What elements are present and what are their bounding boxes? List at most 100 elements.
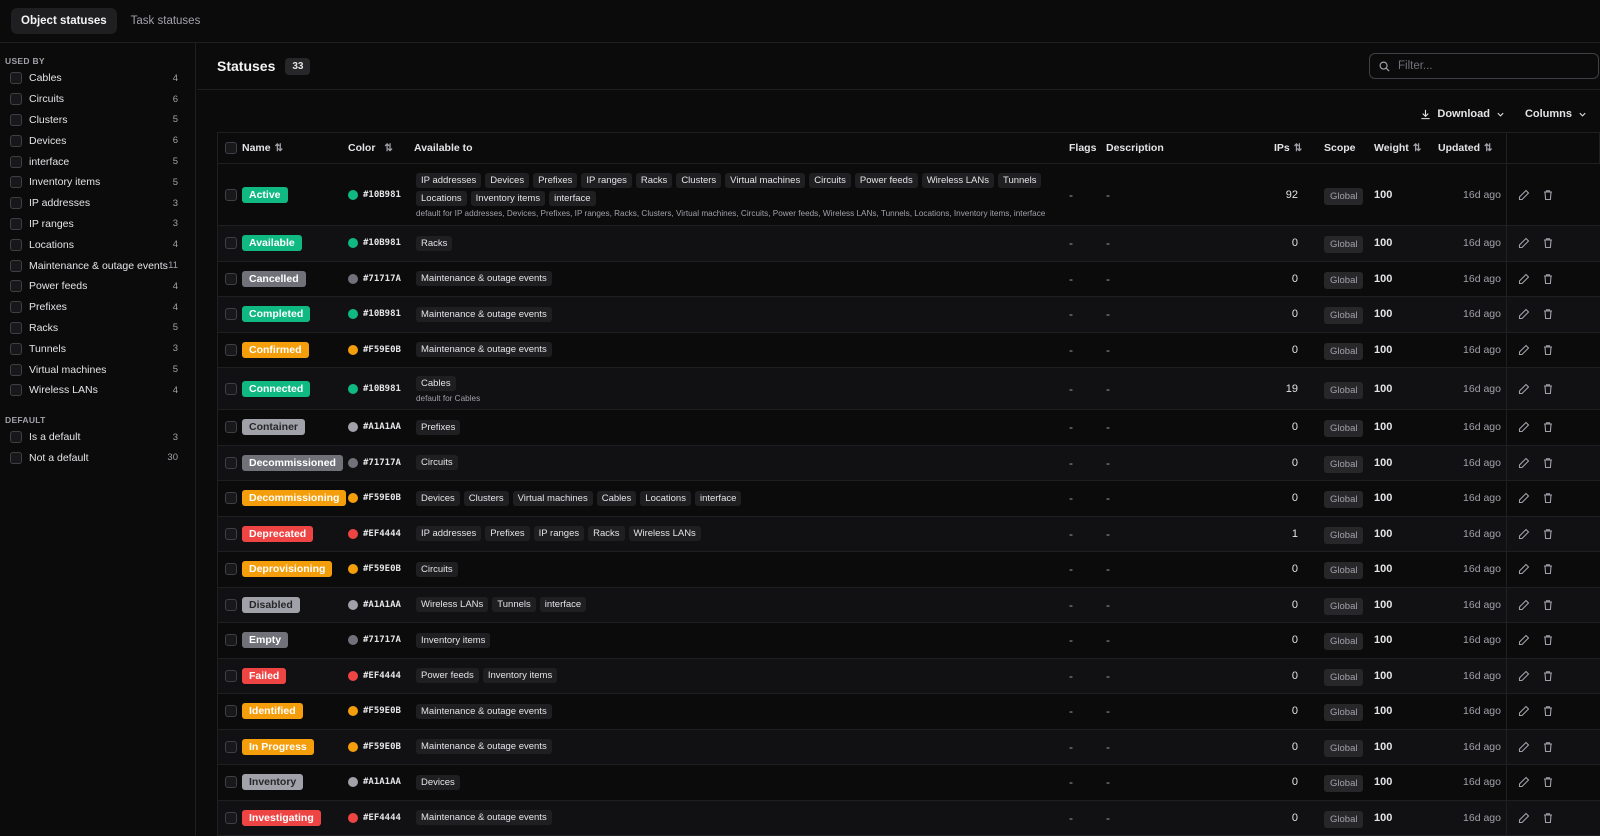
row-checkbox[interactable] bbox=[225, 492, 237, 505]
sidebar-filter-item[interactable]: Is a default 3 bbox=[0, 427, 195, 448]
trash-icon[interactable] bbox=[1542, 776, 1554, 788]
row-checkbox[interactable] bbox=[225, 237, 237, 250]
edit-icon[interactable] bbox=[1518, 634, 1530, 646]
status-badge[interactable]: Connected bbox=[242, 380, 311, 397]
sidebar-filter-item[interactable]: IP addresses 3 bbox=[0, 193, 195, 214]
edit-icon[interactable] bbox=[1518, 189, 1530, 201]
edit-icon[interactable] bbox=[1518, 776, 1530, 788]
tab-object-statuses[interactable]: Object statuses bbox=[11, 8, 117, 34]
edit-icon[interactable] bbox=[1518, 670, 1530, 682]
filter-checkbox[interactable] bbox=[10, 134, 22, 147]
status-badge[interactable]: Container bbox=[242, 419, 306, 436]
column-header-name[interactable]: Name ⇅ bbox=[242, 142, 283, 154]
sidebar-filter-item[interactable]: Virtual machines 5 bbox=[0, 359, 195, 380]
status-badge[interactable]: Decommissioning bbox=[242, 490, 347, 507]
trash-icon[interactable] bbox=[1542, 492, 1554, 504]
filter-checkbox[interactable] bbox=[10, 321, 22, 334]
sidebar-filter-item[interactable]: Racks 5 bbox=[0, 318, 195, 339]
edit-icon[interactable] bbox=[1518, 457, 1530, 469]
column-header-ips[interactable]: IPs ⇅ bbox=[1274, 142, 1302, 154]
filter-checkbox[interactable] bbox=[10, 217, 22, 230]
sidebar-filter-item[interactable]: Clusters 5 bbox=[0, 110, 195, 131]
edit-icon[interactable] bbox=[1518, 308, 1530, 320]
trash-icon[interactable] bbox=[1542, 273, 1554, 285]
filter-checkbox[interactable] bbox=[10, 72, 22, 85]
column-header-updated[interactable]: Updated ⇅ bbox=[1438, 142, 1492, 154]
sidebar-filter-item[interactable]: Power feeds 4 bbox=[0, 276, 195, 297]
edit-icon[interactable] bbox=[1518, 383, 1530, 395]
edit-icon[interactable] bbox=[1518, 563, 1530, 575]
row-checkbox[interactable] bbox=[225, 563, 237, 576]
status-badge[interactable]: Investigating bbox=[242, 809, 321, 826]
status-badge[interactable]: Decommissioned bbox=[242, 454, 343, 471]
status-badge[interactable]: Cancelled bbox=[242, 270, 306, 287]
trash-icon[interactable] bbox=[1542, 599, 1554, 611]
sidebar-filter-item[interactable]: Tunnels 3 bbox=[0, 338, 195, 359]
row-checkbox[interactable] bbox=[225, 634, 237, 647]
row-checkbox[interactable] bbox=[225, 382, 237, 395]
status-badge[interactable]: Disabled bbox=[242, 596, 300, 613]
filter-checkbox[interactable] bbox=[10, 238, 22, 251]
trash-icon[interactable] bbox=[1542, 421, 1554, 433]
trash-icon[interactable] bbox=[1542, 457, 1554, 469]
edit-icon[interactable] bbox=[1518, 237, 1530, 249]
filter-checkbox[interactable] bbox=[10, 259, 22, 272]
sidebar-filter-item[interactable]: Inventory items 5 bbox=[0, 172, 195, 193]
filter-input[interactable]: Filter... bbox=[1369, 53, 1599, 79]
status-badge[interactable]: Identified bbox=[242, 703, 303, 720]
filter-checkbox[interactable] bbox=[10, 431, 22, 444]
trash-icon[interactable] bbox=[1542, 383, 1554, 395]
status-badge[interactable]: Deprovisioning bbox=[242, 561, 333, 578]
filter-checkbox[interactable] bbox=[10, 280, 22, 293]
row-checkbox[interactable] bbox=[225, 188, 237, 201]
trash-icon[interactable] bbox=[1542, 812, 1554, 824]
tab-task-statuses[interactable]: Task statuses bbox=[121, 8, 211, 34]
sidebar-filter-item[interactable]: Circuits 6 bbox=[0, 89, 195, 110]
filter-checkbox[interactable] bbox=[10, 197, 22, 210]
row-checkbox[interactable] bbox=[225, 456, 237, 469]
trash-icon[interactable] bbox=[1542, 563, 1554, 575]
row-checkbox[interactable] bbox=[225, 669, 237, 682]
trash-icon[interactable] bbox=[1542, 189, 1554, 201]
edit-icon[interactable] bbox=[1518, 528, 1530, 540]
column-header-color[interactable]: Color ⇅ bbox=[348, 142, 393, 154]
edit-icon[interactable] bbox=[1518, 599, 1530, 611]
columns-button[interactable]: Columns bbox=[1525, 108, 1587, 120]
edit-icon[interactable] bbox=[1518, 492, 1530, 504]
row-checkbox[interactable] bbox=[225, 527, 237, 540]
trash-icon[interactable] bbox=[1542, 308, 1554, 320]
edit-icon[interactable] bbox=[1518, 421, 1530, 433]
status-badge[interactable]: Completed bbox=[242, 306, 311, 323]
column-header-weight[interactable]: Weight ⇅ bbox=[1374, 142, 1421, 154]
row-checkbox[interactable] bbox=[225, 421, 237, 434]
sidebar-filter-item[interactable]: IP ranges 3 bbox=[0, 214, 195, 235]
filter-checkbox[interactable] bbox=[10, 113, 22, 126]
status-badge[interactable]: Failed bbox=[242, 667, 287, 684]
status-badge[interactable]: Confirmed bbox=[242, 341, 309, 358]
filter-checkbox[interactable] bbox=[10, 363, 22, 376]
filter-checkbox[interactable] bbox=[10, 176, 22, 189]
filter-checkbox[interactable] bbox=[10, 384, 22, 397]
row-checkbox[interactable] bbox=[225, 272, 237, 285]
row-checkbox[interactable] bbox=[225, 705, 237, 718]
trash-icon[interactable] bbox=[1542, 634, 1554, 646]
status-badge[interactable]: Active bbox=[242, 186, 288, 203]
select-all-checkbox[interactable] bbox=[225, 142, 237, 154]
filter-checkbox[interactable] bbox=[10, 155, 22, 168]
status-badge[interactable]: Inventory bbox=[242, 774, 304, 791]
sidebar-filter-item[interactable]: Prefixes 4 bbox=[0, 297, 195, 318]
sidebar-filter-item[interactable]: Wireless LANs 4 bbox=[0, 380, 195, 401]
row-checkbox[interactable] bbox=[225, 343, 237, 356]
filter-checkbox[interactable] bbox=[10, 342, 22, 355]
filter-checkbox[interactable] bbox=[10, 93, 22, 106]
edit-icon[interactable] bbox=[1518, 344, 1530, 356]
filter-checkbox[interactable] bbox=[10, 301, 22, 314]
sidebar-filter-item[interactable]: Cables 4 bbox=[0, 68, 195, 89]
edit-icon[interactable] bbox=[1518, 741, 1530, 753]
status-badge[interactable]: Deprecated bbox=[242, 525, 314, 542]
filter-checkbox[interactable] bbox=[10, 451, 22, 464]
trash-icon[interactable] bbox=[1542, 237, 1554, 249]
trash-icon[interactable] bbox=[1542, 705, 1554, 717]
sidebar-filter-item[interactable]: Maintenance & outage events 11 bbox=[0, 255, 195, 276]
trash-icon[interactable] bbox=[1542, 528, 1554, 540]
